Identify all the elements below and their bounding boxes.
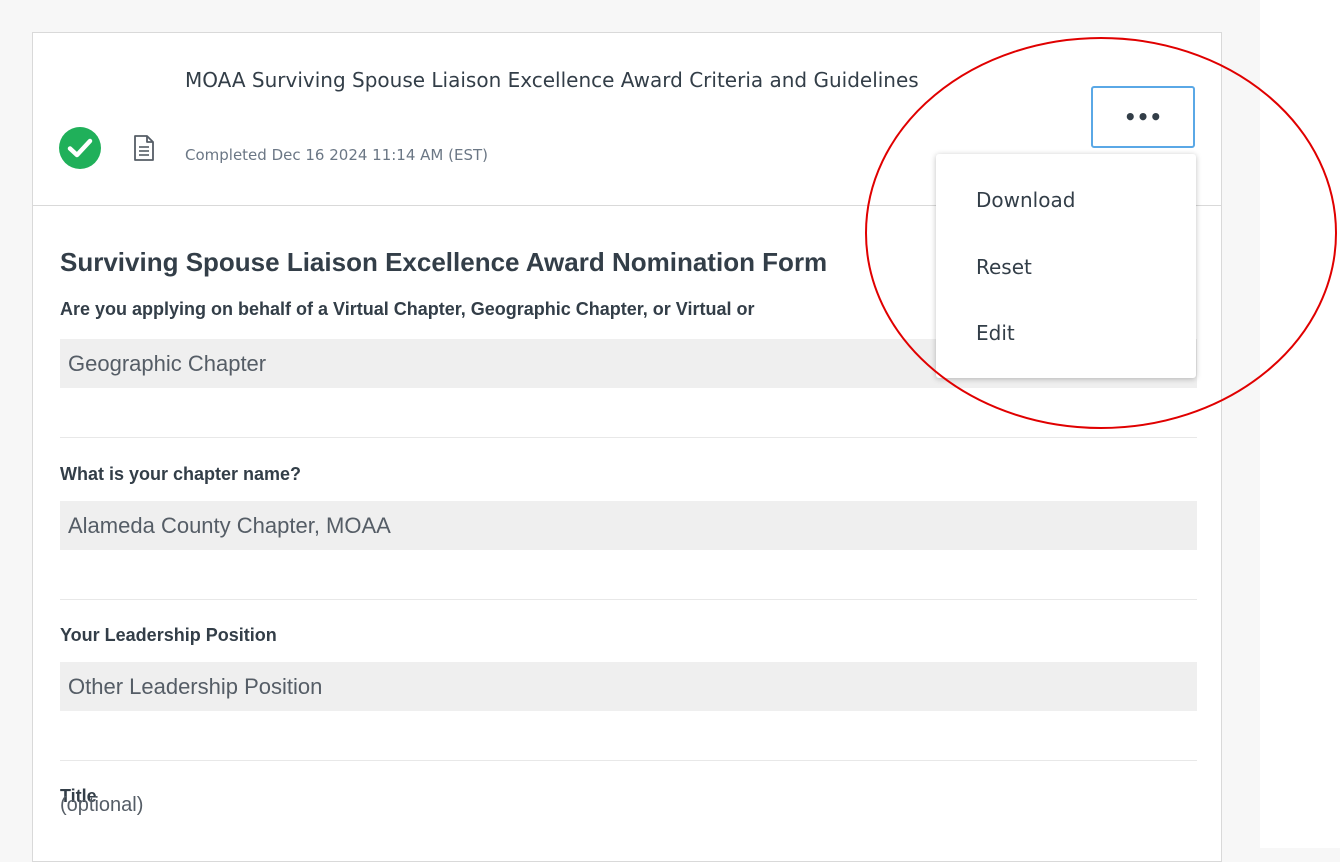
completed-timestamp: Completed Dec 16 2024 11:14 AM (EST): [185, 146, 489, 164]
menu-item-download[interactable]: Download: [976, 188, 1075, 212]
page-margin: [1260, 0, 1340, 848]
question-label: What is your chapter name?: [60, 464, 302, 484]
answer-value: Other Leadership Position: [60, 662, 1197, 711]
menu-item-edit[interactable]: Edit: [976, 321, 1015, 345]
divider: [60, 437, 1197, 438]
survey-title: MOAA Surviving Spouse Liaison Excellence…: [185, 68, 919, 92]
question-label: Are you applying on behalf of a Virtual …: [60, 299, 755, 319]
more-options-menu: Download Reset Edit: [936, 154, 1196, 378]
check-circle-icon: [59, 127, 101, 169]
more-options-button[interactable]: •••: [1091, 86, 1195, 148]
optional-hint: (optional): [60, 794, 144, 816]
answer-value: Alameda County Chapter, MOAA: [60, 501, 1197, 550]
divider: [60, 760, 1197, 761]
menu-item-reset[interactable]: Reset: [976, 255, 1032, 279]
document-icon: [134, 135, 154, 161]
divider: [60, 599, 1197, 600]
form-title: Surviving Spouse Liaison Excellence Awar…: [60, 247, 828, 277]
question-label: Your Leadership Position: [60, 625, 277, 645]
